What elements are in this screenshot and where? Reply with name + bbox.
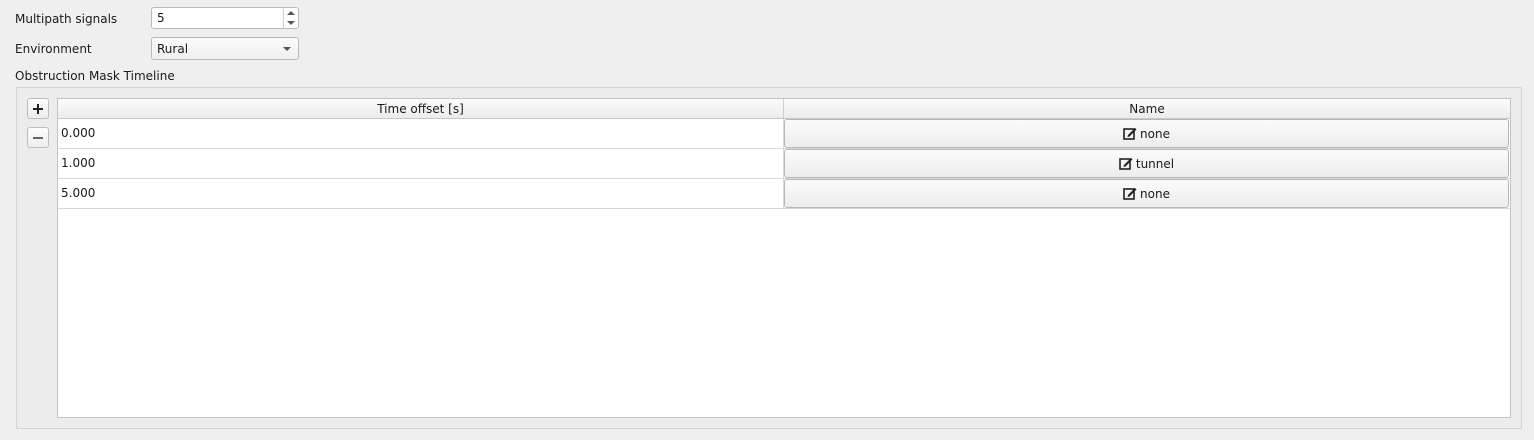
spin-up-button[interactable] xyxy=(284,8,298,18)
spin-down-button[interactable] xyxy=(284,18,298,28)
time-offset-cell[interactable]: 1.000 xyxy=(58,149,784,179)
edit-name-button[interactable]: tunnel xyxy=(784,149,1509,178)
name-label: none xyxy=(1140,126,1170,141)
multipath-signals-spinbox[interactable]: 5 xyxy=(151,7,299,29)
environment-dropdown[interactable]: Rural xyxy=(151,37,299,60)
name-label: none xyxy=(1140,186,1170,201)
table-row: 0.000 none xyxy=(58,119,1510,149)
edit-icon xyxy=(1123,128,1137,140)
edit-name-button[interactable]: none xyxy=(784,119,1509,148)
arrow-down-icon xyxy=(287,21,295,25)
environment-value: Rural xyxy=(157,42,189,56)
multipath-signals-label: Multipath signals xyxy=(15,12,118,26)
name-label: tunnel xyxy=(1135,156,1175,171)
edit-icon xyxy=(1123,188,1137,200)
table-row: 5.000 none xyxy=(58,179,1510,209)
time-offset-cell[interactable]: 0.000 xyxy=(58,119,784,149)
table-body: 0.000 none 1.000 tunnel 5.000 none xyxy=(58,119,1510,209)
edit-name-button[interactable]: none xyxy=(784,179,1509,208)
obstruction-mask-timeline-label: Obstruction Mask Timeline xyxy=(15,69,175,83)
table-row: 1.000 tunnel xyxy=(58,149,1510,179)
minus-icon xyxy=(33,133,43,143)
add-row-button[interactable] xyxy=(27,98,49,119)
column-header-time-offset[interactable]: Time offset [s] xyxy=(58,99,784,119)
spin-buttons xyxy=(283,8,298,28)
remove-row-button[interactable] xyxy=(27,127,49,148)
environment-label: Environment xyxy=(15,42,92,56)
obstruction-timeline-table: Time offset [s] Name 0.000 none 1.000 tu… xyxy=(57,98,1511,418)
edit-icon xyxy=(1119,158,1133,170)
name-cell: tunnel xyxy=(784,149,1510,179)
name-cell: none xyxy=(784,119,1510,149)
chevron-down-icon xyxy=(283,47,291,51)
plus-icon xyxy=(33,103,43,114)
column-header-name[interactable]: Name xyxy=(784,99,1510,119)
table-header: Time offset [s] Name xyxy=(58,99,1510,119)
arrow-up-icon xyxy=(287,11,295,15)
time-offset-cell[interactable]: 5.000 xyxy=(58,179,784,209)
name-cell: none xyxy=(784,179,1510,209)
multipath-signals-value[interactable]: 5 xyxy=(157,11,165,25)
